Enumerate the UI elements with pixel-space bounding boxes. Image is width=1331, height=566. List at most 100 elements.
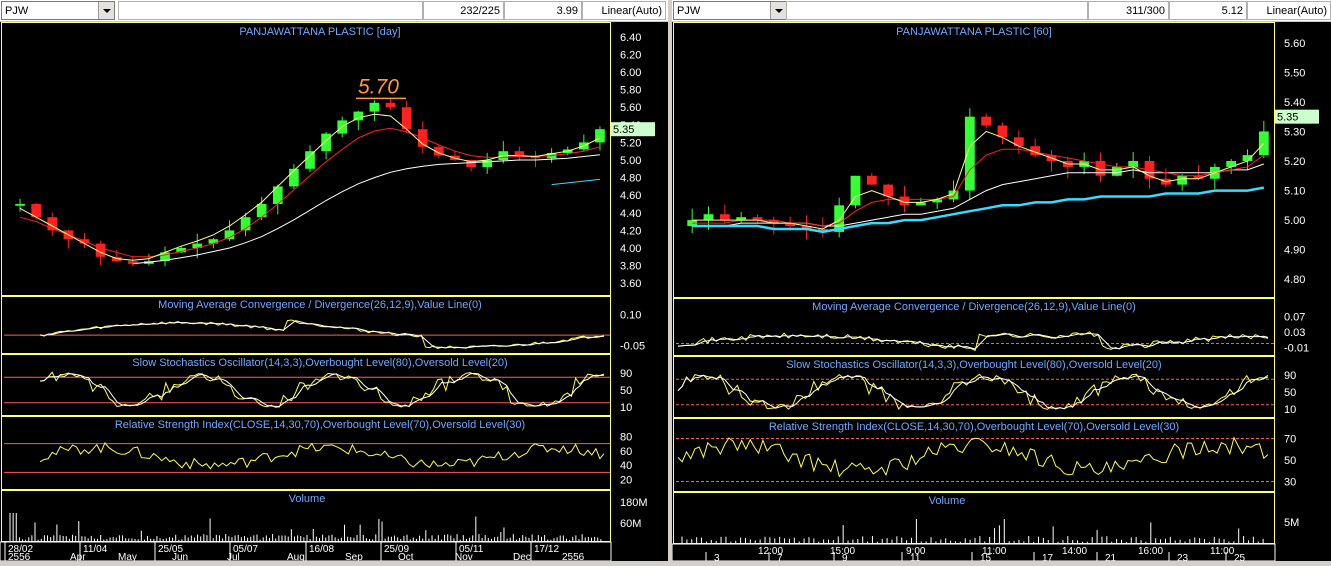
volume-title: Volume	[289, 493, 326, 505]
price-tick-label: 5.20	[620, 137, 641, 149]
candle-body	[703, 214, 714, 221]
month-label: Aug	[287, 552, 305, 561]
price-tick-label: 6.40	[620, 32, 641, 44]
scale-mode-button[interactable]: Linear(Auto)	[1247, 1, 1331, 20]
candle-body	[321, 133, 331, 152]
chevron-down-icon[interactable]	[98, 2, 114, 19]
chart-toolbar: PJW 311/300 5.12 Linear(Auto)	[672, 0, 1331, 22]
price-tick-label: 5.80	[620, 85, 641, 97]
rsi-title: Relative Strength Index(CLOSE,14,30,70),…	[115, 419, 525, 431]
stochastic-title: Slow Stochastics Oscillator(14,3,3),Over…	[132, 357, 507, 369]
date-label: 11/04	[83, 544, 108, 555]
stochastic-tick-label: 10	[1284, 404, 1296, 416]
moving-average-long	[692, 163, 1264, 227]
macd-line	[39, 319, 605, 349]
candle-body	[866, 175, 877, 185]
scale-mode-button[interactable]: Linear(Auto)	[582, 1, 666, 20]
price-readout: 3.99	[504, 1, 582, 20]
candle-body	[1177, 175, 1188, 185]
stochastic-tick-label: 90	[620, 368, 632, 380]
price-readout: 5.12	[1169, 1, 1247, 20]
price-tick-label: 5.60	[620, 102, 641, 114]
price-tick-label: 5.30	[1284, 126, 1305, 138]
last-price-label: 5.35	[613, 124, 634, 136]
time-label: 16:00	[1138, 546, 1163, 557]
candle-body	[595, 129, 605, 143]
candle-body	[1258, 131, 1269, 156]
symbol-select[interactable]: PJW	[673, 1, 787, 20]
rsi-tick-label: 40	[620, 460, 632, 472]
rsi-tick-label: 60	[620, 446, 632, 458]
stochastic-tick-label: 90	[1284, 370, 1296, 382]
horizontal-scrollbar[interactable]	[0, 561, 668, 566]
candle-body	[719, 214, 730, 221]
candle-body	[385, 102, 396, 108]
price-tick-label: 5.60	[1284, 38, 1305, 50]
day-label: 21	[1105, 553, 1117, 561]
candle-body	[997, 125, 1008, 138]
price-tick-label: 5.10	[1284, 186, 1305, 198]
macd-tick-label: 0.07	[1284, 312, 1305, 324]
candle-body	[369, 102, 380, 112]
daily-chart[interactable]: 6.406.206.005.805.605.405.205.004.804.60…	[0, 22, 668, 561]
volume-tick-label: 5M	[1284, 517, 1299, 529]
month-label: Jul	[227, 552, 240, 561]
hourly-chart[interactable]: 5.60 5.50 5.40 5.30 5.20 5.10 5.00 4.90 4.80 PANJ…	[672, 22, 1331, 561]
price-tick-label: 6.20	[620, 49, 641, 61]
horizontal-scrollbar[interactable]	[672, 561, 1331, 566]
candle-body	[305, 151, 315, 169]
price-tick-label: 5.50	[1284, 67, 1305, 79]
record-counter: 232/225	[423, 1, 504, 20]
price-tick-label: 6.00	[620, 67, 641, 79]
candle-body	[1111, 166, 1122, 176]
month-label: 2556	[562, 552, 585, 561]
macd-tick-label: 0.10	[620, 310, 641, 322]
symbol-value: PJW	[5, 5, 29, 17]
month-label: May	[118, 552, 137, 561]
info-cell-blank	[118, 1, 423, 20]
rsi-line	[677, 436, 1269, 478]
day-label: 23	[1177, 553, 1189, 561]
last-price-label: 5.35	[1277, 112, 1298, 124]
candle-body	[883, 184, 894, 197]
stochastic-title: Slow Stochastics Oscillator(14,3,3),Over…	[786, 359, 1161, 371]
month-label: Sep	[345, 552, 363, 561]
volume-panel	[673, 492, 1275, 544]
symbol-select[interactable]: PJW	[1, 1, 115, 20]
date-label: 16/08	[309, 544, 334, 555]
volume-tick-label: 180M	[620, 497, 648, 509]
day-label: 11	[910, 553, 921, 561]
month-label: Dec	[513, 552, 531, 561]
price-tick-label: 5.20	[1284, 156, 1305, 168]
macd-line	[677, 331, 1269, 352]
symbol-value: PJW	[677, 5, 701, 17]
record-counter: 311/300	[1088, 1, 1169, 20]
day-label: 25	[1234, 553, 1246, 561]
volume-tick-label: 60M	[620, 518, 641, 530]
chevron-down-icon[interactable]	[770, 2, 786, 19]
price-tick-label: 5.00	[620, 155, 641, 167]
month-label: Jun	[172, 552, 188, 561]
price-tick-label: 3.60	[620, 278, 641, 290]
price-tick-label: 5.40	[1284, 97, 1305, 109]
moving-average-cyan	[692, 186, 1265, 234]
day-label: 7	[777, 553, 783, 561]
stochastic-tick-label: 50	[620, 385, 632, 397]
price-tick-label: 5.00	[1284, 215, 1305, 227]
price-tick-label: 4.60	[620, 190, 641, 202]
info-cell-blank	[786, 1, 1088, 20]
rsi-tick-label: 30	[1284, 477, 1296, 489]
candle-body	[964, 116, 975, 191]
moving-average-cyan	[551, 178, 600, 186]
price-tick-label: 4.90	[1284, 245, 1305, 257]
peak-annotation: 5.70	[358, 75, 399, 98]
month-label: Apr	[70, 552, 86, 561]
stochastic-tick-label: 50	[1284, 387, 1296, 399]
price-chart-title: PANJAWATTANA PLASTIC [day]	[239, 26, 400, 38]
month-label: 2556	[8, 552, 31, 561]
chart-pane-hourly: PJW 311/300 5.12 Linear(Auto) 5.60 5.50 5.…	[672, 0, 1331, 566]
stochastic-tick-label: 10	[620, 402, 632, 414]
moving-average-slow	[692, 148, 1265, 227]
price-chart-title: PANJAWATTANA PLASTIC [60]	[896, 26, 1052, 38]
volume-title: Volume	[929, 495, 966, 507]
